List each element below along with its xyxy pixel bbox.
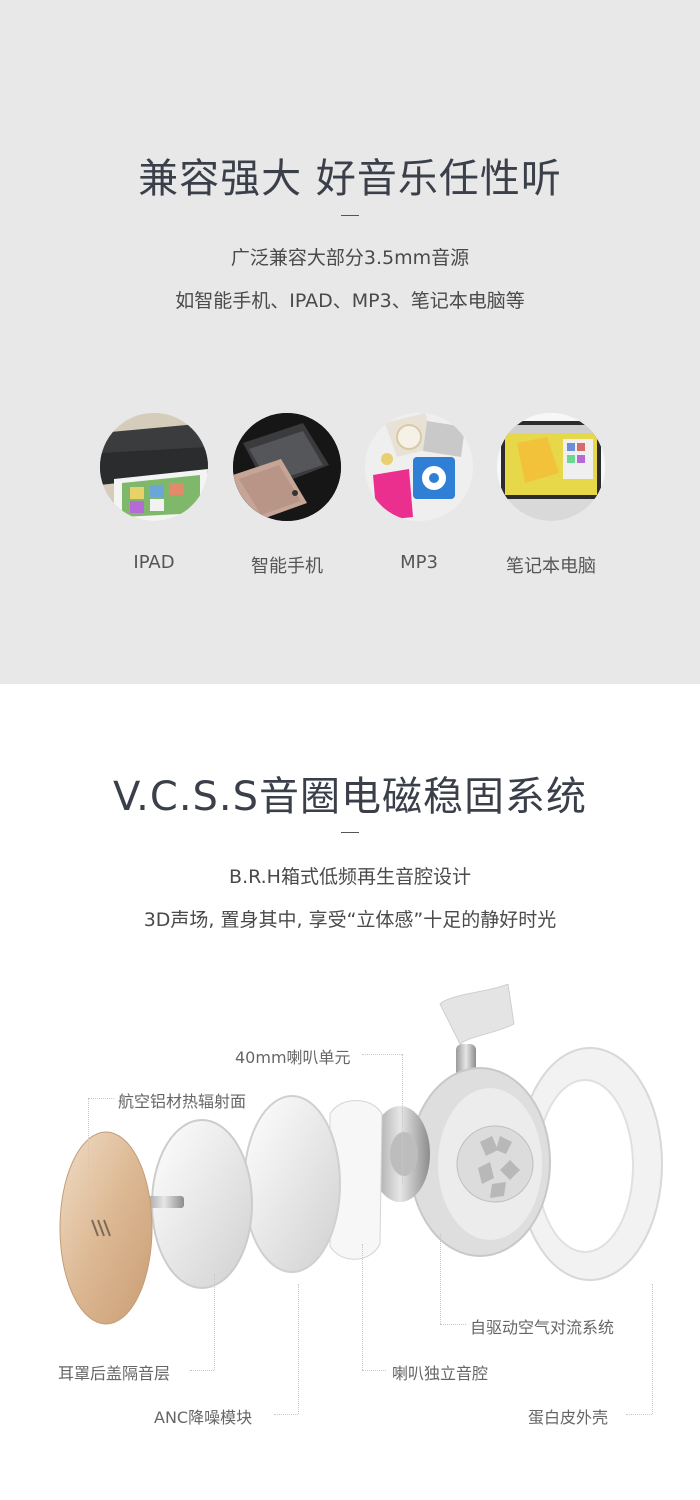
callout-heatsink: 航空铝材热辐射面 [118, 1092, 247, 1111]
compatibility-line-2: 如智能手机、IPAD、MP3、笔记本电脑等 [175, 290, 525, 312]
mp3-player-image [365, 413, 473, 521]
leader-heatsink-v [88, 1098, 89, 1190]
compatibility-line-1: 广泛兼容大部分3.5mm音源 [230, 247, 470, 269]
leader-chamber [362, 1370, 386, 1371]
vcss-line-1: B.R.H箱式低频再生音腔设计 [229, 866, 471, 888]
leader-heatsink [88, 1098, 114, 1099]
device-label-ipad: IPAD [133, 552, 175, 573]
ipad-image [100, 413, 208, 521]
callout-anc: ANC降噪模块 [154, 1408, 253, 1427]
device-label-laptop: 笔记本电脑 [506, 556, 596, 577]
leader-driver [362, 1054, 402, 1055]
smartphone-image [233, 413, 341, 521]
leader-anc [274, 1414, 298, 1415]
laptop-image [497, 413, 605, 521]
leader-driver-v [402, 1054, 403, 1184]
leader-convection-v [440, 1234, 441, 1324]
vcss-section: V.C.S.S音圈电磁稳固系统 B.R.H箱式低频再生音腔设计 3D声场, 置身… [0, 684, 700, 1500]
callout-shell: 蛋白皮外壳 [528, 1408, 609, 1427]
callout-driver: 40mm喇叭单元 [235, 1048, 351, 1067]
vcss-line-2: 3D声场, 置身其中, 享受“立体感”十足的静好时光 [143, 909, 557, 931]
leader-convection [440, 1324, 466, 1325]
leader-shell-v [652, 1284, 653, 1414]
title-divider-2 [341, 832, 359, 833]
title-divider [341, 215, 359, 216]
leader-shell [626, 1414, 652, 1415]
callout-chamber: 喇叭独立音腔 [392, 1364, 489, 1383]
device-label-smartphone: 智能手机 [251, 556, 323, 577]
vcss-title: V.C.S.S音圈电磁稳固系统 [112, 774, 588, 820]
leader-chamber-v [362, 1244, 363, 1370]
compatibility-title: 兼容强大 好音乐任性听 [138, 156, 562, 202]
leader-isolation [190, 1370, 214, 1371]
callout-convection: 自驱动空气对流系统 [470, 1318, 615, 1337]
callout-isolation: 耳罩后盖隔音层 [58, 1364, 171, 1383]
leader-anc-v [298, 1284, 299, 1414]
compatibility-section: 兼容强大 好音乐任性听 广泛兼容大部分3.5mm音源 如智能手机、IPAD、MP… [0, 0, 700, 684]
leader-isolation-v [214, 1274, 215, 1370]
device-label-mp3: MP3 [400, 552, 438, 573]
